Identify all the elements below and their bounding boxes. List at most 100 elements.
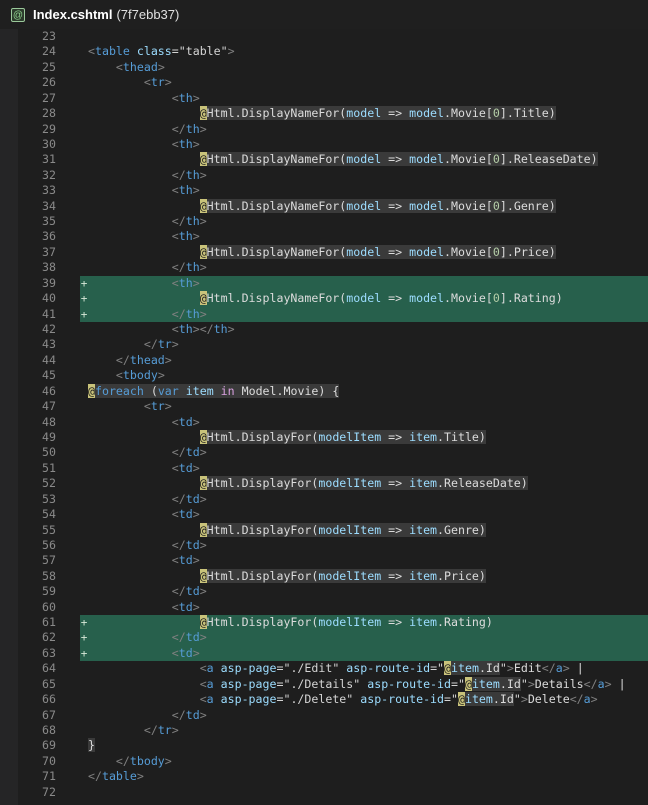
code-line[interactable]: 47 <tr> (18, 399, 648, 414)
code-line[interactable]: 28 @Html.DisplayNameFor(model => model.M… (18, 106, 648, 121)
code-text: @Html.DisplayFor(modelItem => item.Relea… (88, 476, 528, 491)
code-token: @ (457, 692, 465, 707)
code-text: <th> (88, 183, 200, 198)
code-line[interactable]: 54 <td> (18, 507, 648, 522)
code-line[interactable]: 35 </th> (18, 214, 648, 229)
code-token: </ (171, 121, 186, 136)
code-line[interactable]: 23 (18, 29, 648, 44)
code-token: item (409, 429, 438, 444)
code-line[interactable]: 42 <th></th> (18, 322, 648, 337)
code-line[interactable]: 46 @foreach (var item in Model.Movie) { (18, 383, 648, 399)
code-line[interactable]: 59 </td> (18, 584, 648, 599)
diff-plus-icon: + (80, 276, 88, 290)
code-token: modelItem (318, 476, 382, 491)
code-token: a (583, 692, 591, 707)
line-number: 72 (42, 784, 56, 799)
code-token: < (171, 275, 179, 290)
code-line-added[interactable]: +40 @Html.DisplayNameFor(model => model.… (18, 291, 648, 307)
code-line-added[interactable]: +39 <th> (18, 275, 648, 292)
code-line[interactable]: 67 </td> (18, 708, 648, 723)
code-line[interactable]: 72 (18, 785, 648, 800)
line-number: 48 (42, 414, 56, 429)
code-line-added[interactable]: +63 <td> (18, 645, 648, 662)
code-line[interactable]: 48 <td> (18, 415, 648, 430)
code-line[interactable]: 51 <td> (18, 461, 648, 476)
code-text: @Html.DisplayNameFor(model => model.Movi… (88, 198, 556, 214)
code-token: item (409, 522, 438, 537)
code-token: < (143, 399, 151, 414)
code-editor[interactable]: 23 24 <table class="table"> 25 <thead> 26 <t… (18, 29, 648, 805)
code-line[interactable]: 56 </td> (18, 538, 648, 553)
code-line[interactable]: 71 </table> (18, 769, 648, 784)
code-line[interactable]: 53 </td> (18, 492, 648, 507)
code-token: > (199, 214, 207, 229)
code-line[interactable]: 27 <th> (18, 91, 648, 106)
code-line[interactable]: 32 </th> (18, 168, 648, 183)
code-token: td (178, 414, 193, 429)
code-line[interactable]: 57 <td> (18, 553, 648, 568)
line-number: 34 (42, 198, 56, 213)
code-line[interactable]: 26 <tr> (18, 75, 648, 90)
code-line[interactable]: 24 <table class="table"> (18, 44, 648, 59)
code-line[interactable]: 34 @Html.DisplayNameFor(model => model.M… (18, 198, 648, 214)
code-token: 0 (492, 152, 500, 167)
code-line[interactable]: 65 <a asp-page="./Details" asp-route-id=… (18, 676, 648, 692)
code-token: ="./Edit" (276, 661, 340, 676)
code-token: > (590, 692, 598, 707)
line-number: 33 (42, 183, 56, 198)
code-line[interactable]: 30 <th> (18, 137, 648, 152)
code-token: Html.DisplayFor( (206, 568, 319, 583)
code-line[interactable]: 38 </th> (18, 260, 648, 275)
line-number: 43 (42, 337, 56, 352)
code-line[interactable]: 64 <a asp-page="./Edit" asp-route-id="@i… (18, 661, 648, 676)
code-line[interactable]: 45 <tbody> (18, 368, 648, 383)
code-line[interactable]: 50 </td> (18, 445, 648, 460)
code-line[interactable]: 31 @Html.DisplayNameFor(model => model.M… (18, 152, 648, 167)
code-line-added[interactable]: +62 </td> (18, 630, 648, 646)
line-number: 50 (42, 445, 56, 460)
code-line[interactable]: 36 <th> (18, 229, 648, 244)
code-line[interactable]: 52 @Html.DisplayFor(modelItem => item.Re… (18, 476, 648, 491)
code-text: </tr> (88, 337, 179, 352)
code-token: 0 (492, 291, 500, 306)
editor-tab[interactable]: @ Index.cshtml (7f7ebb37) (0, 0, 648, 29)
code-token: > (527, 676, 535, 691)
line-number: 32 (42, 167, 56, 182)
code-line[interactable]: 69} (18, 738, 648, 753)
code-line[interactable]: 44 </thead> (18, 353, 648, 368)
code-line[interactable]: 68 </tr> (18, 723, 648, 738)
code-token: > (157, 59, 165, 74)
code-line[interactable]: 60 <td> (18, 600, 648, 615)
code-token: model (409, 198, 445, 213)
code-token: th (178, 229, 193, 244)
code-line[interactable]: 58 @Html.DisplayFor(modelItem => item.Pr… (18, 568, 648, 584)
code-text: </th> (88, 214, 207, 229)
code-line[interactable]: 70 </tbody> (18, 754, 648, 769)
code-line-added[interactable]: +41 </th> (18, 306, 648, 323)
code-text: <thead> (88, 60, 165, 75)
code-token: 0 (492, 106, 500, 121)
code-token: Html.DisplayNameFor( (206, 198, 347, 213)
code-token: =" (451, 676, 465, 691)
code-line[interactable]: 29 </th> (18, 122, 648, 137)
code-token: > (604, 676, 612, 691)
code-token: a (597, 676, 605, 691)
code-line[interactable]: 43 </tr> (18, 337, 648, 352)
code-line[interactable]: 33 <th> (18, 183, 648, 198)
code-token: Delete (527, 692, 570, 707)
code-line[interactable]: 37 @Html.DisplayNameFor(model => model.M… (18, 244, 648, 260)
code-token: ].Price) (499, 244, 556, 259)
code-token: thead (122, 59, 158, 74)
code-line[interactable]: 49 @Html.DisplayFor(modelItem => item.Ti… (18, 429, 648, 445)
code-token: table (101, 769, 137, 784)
code-line[interactable]: 55 @Html.DisplayFor(modelItem => item.Ge… (18, 522, 648, 538)
code-line-added[interactable]: +61 @Html.DisplayFor(modelItem => item.R… (18, 615, 648, 631)
code-line[interactable]: 25 <thead> (18, 60, 648, 75)
code-line[interactable]: 66 <a asp-page="./Delete" asp-route-id="… (18, 692, 648, 707)
